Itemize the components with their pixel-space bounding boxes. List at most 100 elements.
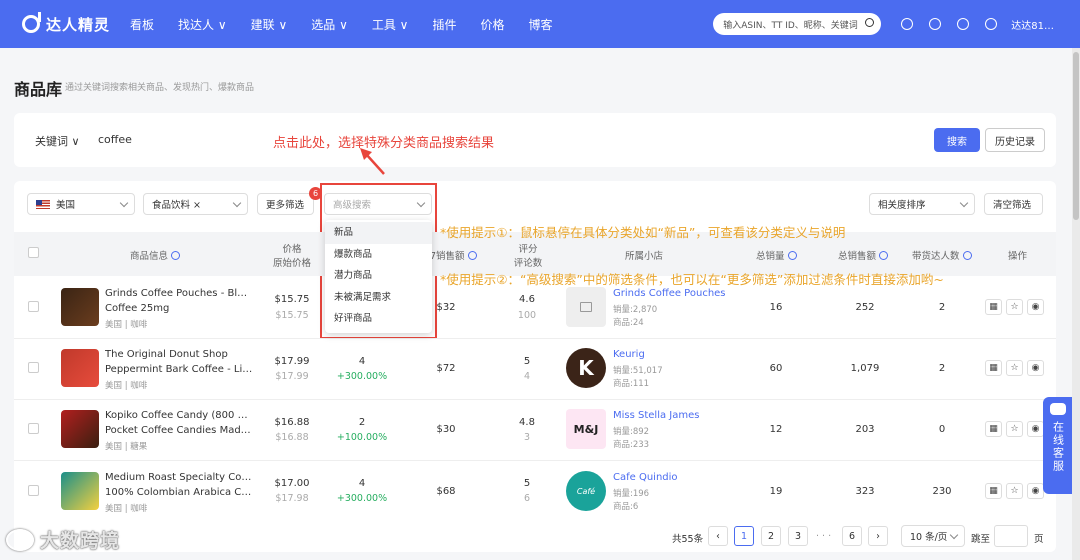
rating: 4.6 [519, 294, 535, 305]
more-filters-label: 更多筛选 [266, 200, 305, 211]
top-right-tools: 输入ASIN、TT ID、昵称、关键词 达达81… [713, 0, 1080, 48]
header-total-sales[interactable]: 总销量 [756, 248, 797, 262]
star-icon[interactable]: ☆ [1006, 360, 1023, 376]
header-price[interactable]: 价格 原始价格 [270, 241, 314, 269]
product-name-line1[interactable]: Medium Roast Specialty Coffee - [105, 470, 253, 485]
option-potential-products[interactable]: 潜力商品 [325, 265, 432, 287]
page-6-button[interactable]: 6 [842, 526, 862, 546]
page-scrollbar-thumb[interactable] [1073, 52, 1079, 220]
search-icon[interactable] [865, 18, 875, 27]
nav-find-creators[interactable]: 找达人 ∨ [178, 16, 227, 33]
nav-plugin[interactable]: 插件 [432, 16, 456, 33]
nav-dashboard[interactable]: 看板 [130, 16, 154, 33]
global-search-placeholder: 输入ASIN、TT ID、昵称、关键词 [723, 20, 858, 31]
row-checkbox[interactable] [28, 301, 39, 312]
country-select[interactable]: 美国 [27, 193, 135, 215]
eye-icon[interactable]: ◉ [1027, 360, 1044, 376]
review-count: 6 [523, 493, 531, 504]
product-thumbnail[interactable] [61, 349, 99, 387]
search-button[interactable]: 搜索 [934, 128, 980, 152]
online-service-button[interactable]: 在线客服 [1043, 397, 1072, 494]
calculator-icon[interactable]: ▦ [985, 483, 1002, 499]
clear-filters-button[interactable]: 清空筛选 [984, 193, 1043, 215]
calculator-icon[interactable]: ▦ [985, 421, 1002, 437]
user-name[interactable]: 达达81… [1011, 17, 1054, 32]
shop-name[interactable]: Grinds Coffee Pouches [613, 288, 726, 299]
row-divider [14, 460, 1056, 461]
shop-name[interactable]: Cafe Quindio [613, 472, 678, 483]
select-all-checkbox[interactable] [28, 247, 39, 258]
shop-name[interactable]: Keurig [613, 349, 645, 360]
keyword-input[interactable]: coffee [98, 133, 132, 146]
header-actions: 操作 [1008, 251, 1028, 262]
star-icon[interactable]: ☆ [1006, 299, 1023, 315]
nav-tools[interactable]: 工具 ∨ [372, 16, 409, 33]
headset-icon[interactable] [929, 18, 942, 30]
eye-icon[interactable]: ◉ [1027, 421, 1044, 437]
product-name-line2[interactable]: Peppermint Bark Coffee - Light… [105, 362, 253, 377]
option-new-products[interactable]: 新品 [325, 222, 432, 244]
calculator-icon[interactable]: ▦ [985, 299, 1002, 315]
keyword-type-select[interactable]: 关键词 ∨ [35, 133, 80, 149]
nav-pricing[interactable]: 价格 [480, 16, 504, 33]
chevron-down-icon [232, 198, 242, 208]
nav-outreach[interactable]: 建联 ∨ [251, 16, 288, 33]
row-divider [14, 399, 1056, 400]
eye-icon[interactable]: ◉ [1027, 483, 1044, 499]
shop-logo[interactable]: Café [566, 471, 606, 511]
sales-count: 4 [358, 356, 366, 367]
shop-name[interactable]: Miss Stella James [613, 410, 699, 421]
header-rating[interactable]: 评分 评论数 [506, 241, 550, 269]
calculator-icon[interactable]: ▦ [985, 360, 1002, 376]
category-select[interactable]: 食品饮料 × [143, 193, 248, 215]
star-icon[interactable]: ☆ [1006, 421, 1023, 437]
row-checkbox[interactable] [28, 362, 39, 373]
option-unmet-demand[interactable]: 未被满足需求 [325, 287, 432, 309]
shop-items: 商品:111 [613, 379, 650, 389]
page-1-button[interactable]: 1 [734, 526, 754, 546]
jump-page-input[interactable] [994, 525, 1028, 547]
product-thumbnail[interactable] [61, 410, 99, 448]
next-page-button[interactable]: › [868, 526, 888, 546]
page-3-button[interactable]: 3 [788, 526, 808, 546]
chevron-down-icon [959, 198, 969, 208]
product-name-line2[interactable]: Pocket Coffee Candies Made of… [105, 423, 253, 438]
product-name-line2[interactable]: Coffee 25mg [105, 301, 253, 316]
star-icon[interactable]: ☆ [1006, 483, 1023, 499]
row-checkbox[interactable] [28, 423, 39, 434]
nav-product-selection[interactable]: 选品 ∨ [311, 16, 348, 33]
jump-label: 跳至 [971, 534, 991, 545]
header-total-revenue[interactable]: 总销售额 [838, 248, 889, 262]
history-button[interactable]: 历史记录 [985, 128, 1045, 152]
global-search-input[interactable]: 输入ASIN、TT ID、昵称、关键词 [713, 13, 882, 35]
page-2-button[interactable]: 2 [761, 526, 781, 546]
nav-blog[interactable]: 博客 [529, 16, 553, 33]
sort-select[interactable]: 相关度排序 [869, 193, 975, 215]
option-hot-products[interactable]: 爆款商品 [325, 244, 432, 266]
shop-items: 商品:6 [613, 502, 639, 512]
option-well-reviewed[interactable]: 好评商品 [325, 308, 432, 330]
shop-logo[interactable]: M&J [566, 409, 606, 449]
product-thumbnail[interactable] [61, 288, 99, 326]
bell-icon[interactable] [985, 18, 998, 30]
pagination-ellipsis[interactable]: · · · [816, 531, 831, 542]
shop-logo[interactable]: K [566, 348, 606, 388]
product-name-line2[interactable]: 100% Colombian Arabica Coffe… [105, 485, 253, 500]
product-name-line1[interactable]: The Original Donut Shop [105, 347, 253, 362]
globe-icon[interactable] [901, 18, 914, 30]
product-thumbnail[interactable] [61, 472, 99, 510]
lightbulb-icon[interactable] [957, 18, 970, 30]
eye-icon[interactable]: ◉ [1027, 299, 1044, 315]
brand-logo[interactable]: 达人精灵 [22, 12, 110, 35]
product-category: 美国 | 咖啡 [105, 320, 148, 330]
product-name-line1[interactable]: Kopiko Coffee Candy (800 gr) – [105, 408, 253, 423]
prev-page-button[interactable]: ‹ [708, 526, 728, 546]
more-filters-button[interactable]: 更多筛选 [257, 193, 314, 215]
page-size-select[interactable]: 10 条/页 [901, 525, 965, 547]
review-count: 3 [523, 432, 531, 443]
header-sales-amount[interactable]: 7销售额 [430, 248, 477, 262]
shop-logo[interactable] [566, 287, 606, 327]
header-creators[interactable]: 带货达人数 [912, 248, 972, 262]
product-name-line1[interactable]: Grinds Coffee Pouches - Black [105, 286, 253, 301]
row-checkbox[interactable] [28, 485, 39, 496]
